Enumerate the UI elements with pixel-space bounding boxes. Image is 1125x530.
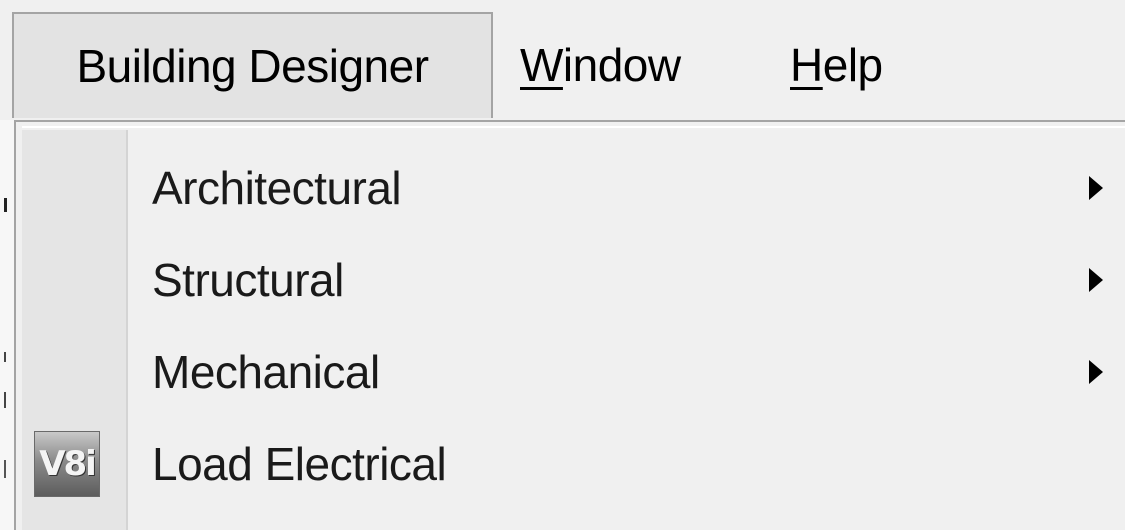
menu-help[interactable]: Help [790, 12, 883, 118]
submenu-arrow-icon [1089, 268, 1103, 292]
menu-building-designer-label: Building Designer [76, 40, 429, 92]
background-text-fragment [4, 352, 6, 362]
menu-item-mechanical-label: Mechanical [152, 346, 380, 398]
menu-item-load-electrical[interactable]: V8i Load Electrical [22, 418, 1125, 510]
menu-item-load-electrical-label: Load Electrical [152, 438, 447, 490]
menu-window[interactable]: Window [520, 12, 681, 118]
submenu-arrow-icon [1089, 176, 1103, 200]
menu-bar: Building Designer Window Help [0, 0, 1125, 120]
background-window-edge [0, 120, 14, 530]
menu-building-designer[interactable]: Building Designer [12, 12, 493, 118]
menu-item-architectural-label: Architectural [152, 162, 402, 214]
dropdown-body: Architectural Structural Mechanical V8i … [22, 126, 1125, 530]
v8i-icon: V8i [34, 431, 100, 497]
menu-help-label-rest: elp [822, 39, 883, 91]
menu-item-structural-label: Structural [152, 254, 344, 306]
menu-item-mechanical[interactable]: Mechanical [22, 326, 1125, 418]
application-window: Building Designer Window Help Architectu… [0, 0, 1125, 530]
background-text-fragment [4, 460, 6, 478]
menu-window-label-rest: indow [562, 39, 681, 91]
building-designer-dropdown: Architectural Structural Mechanical V8i … [14, 120, 1125, 530]
menu-item-architectural[interactable]: Architectural [22, 142, 1125, 234]
submenu-arrow-icon [1089, 360, 1103, 384]
menu-help-mnemonic: H [790, 39, 823, 91]
menu-window-mnemonic: W [520, 39, 563, 91]
background-text-fragment [4, 198, 7, 212]
background-text-fragment [4, 392, 6, 408]
menu-item-structural[interactable]: Structural [22, 234, 1125, 326]
